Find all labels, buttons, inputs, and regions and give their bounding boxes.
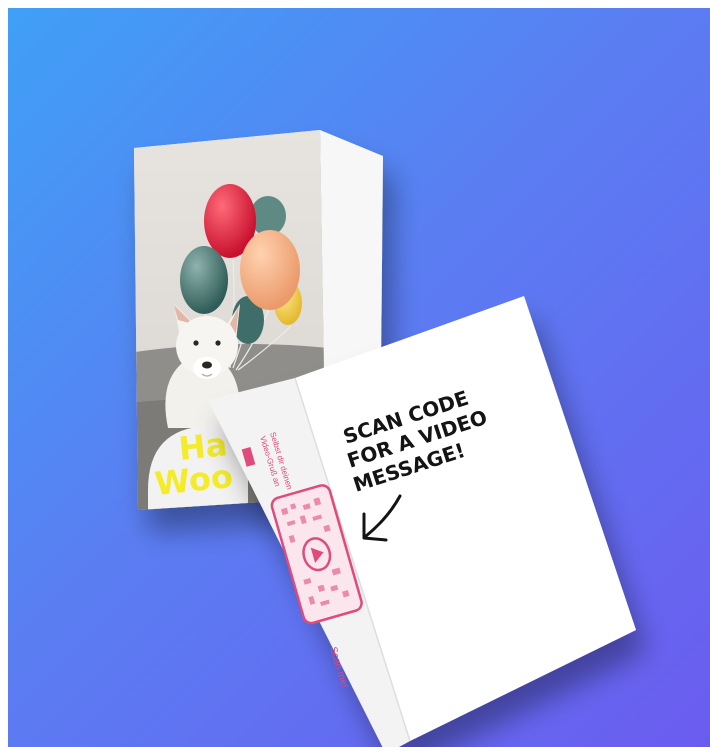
greeting-line-2: Woo <box>153 457 235 503</box>
balloon-peach <box>240 230 300 310</box>
balloon-green <box>180 246 228 314</box>
greeting-card-scene: Ha Woo Selbst dir deinen Video-Gruß an S… <box>134 130 636 747</box>
image-frame: Ha Woo Selbst dir deinen Video-Gruß an S… <box>8 8 710 747</box>
